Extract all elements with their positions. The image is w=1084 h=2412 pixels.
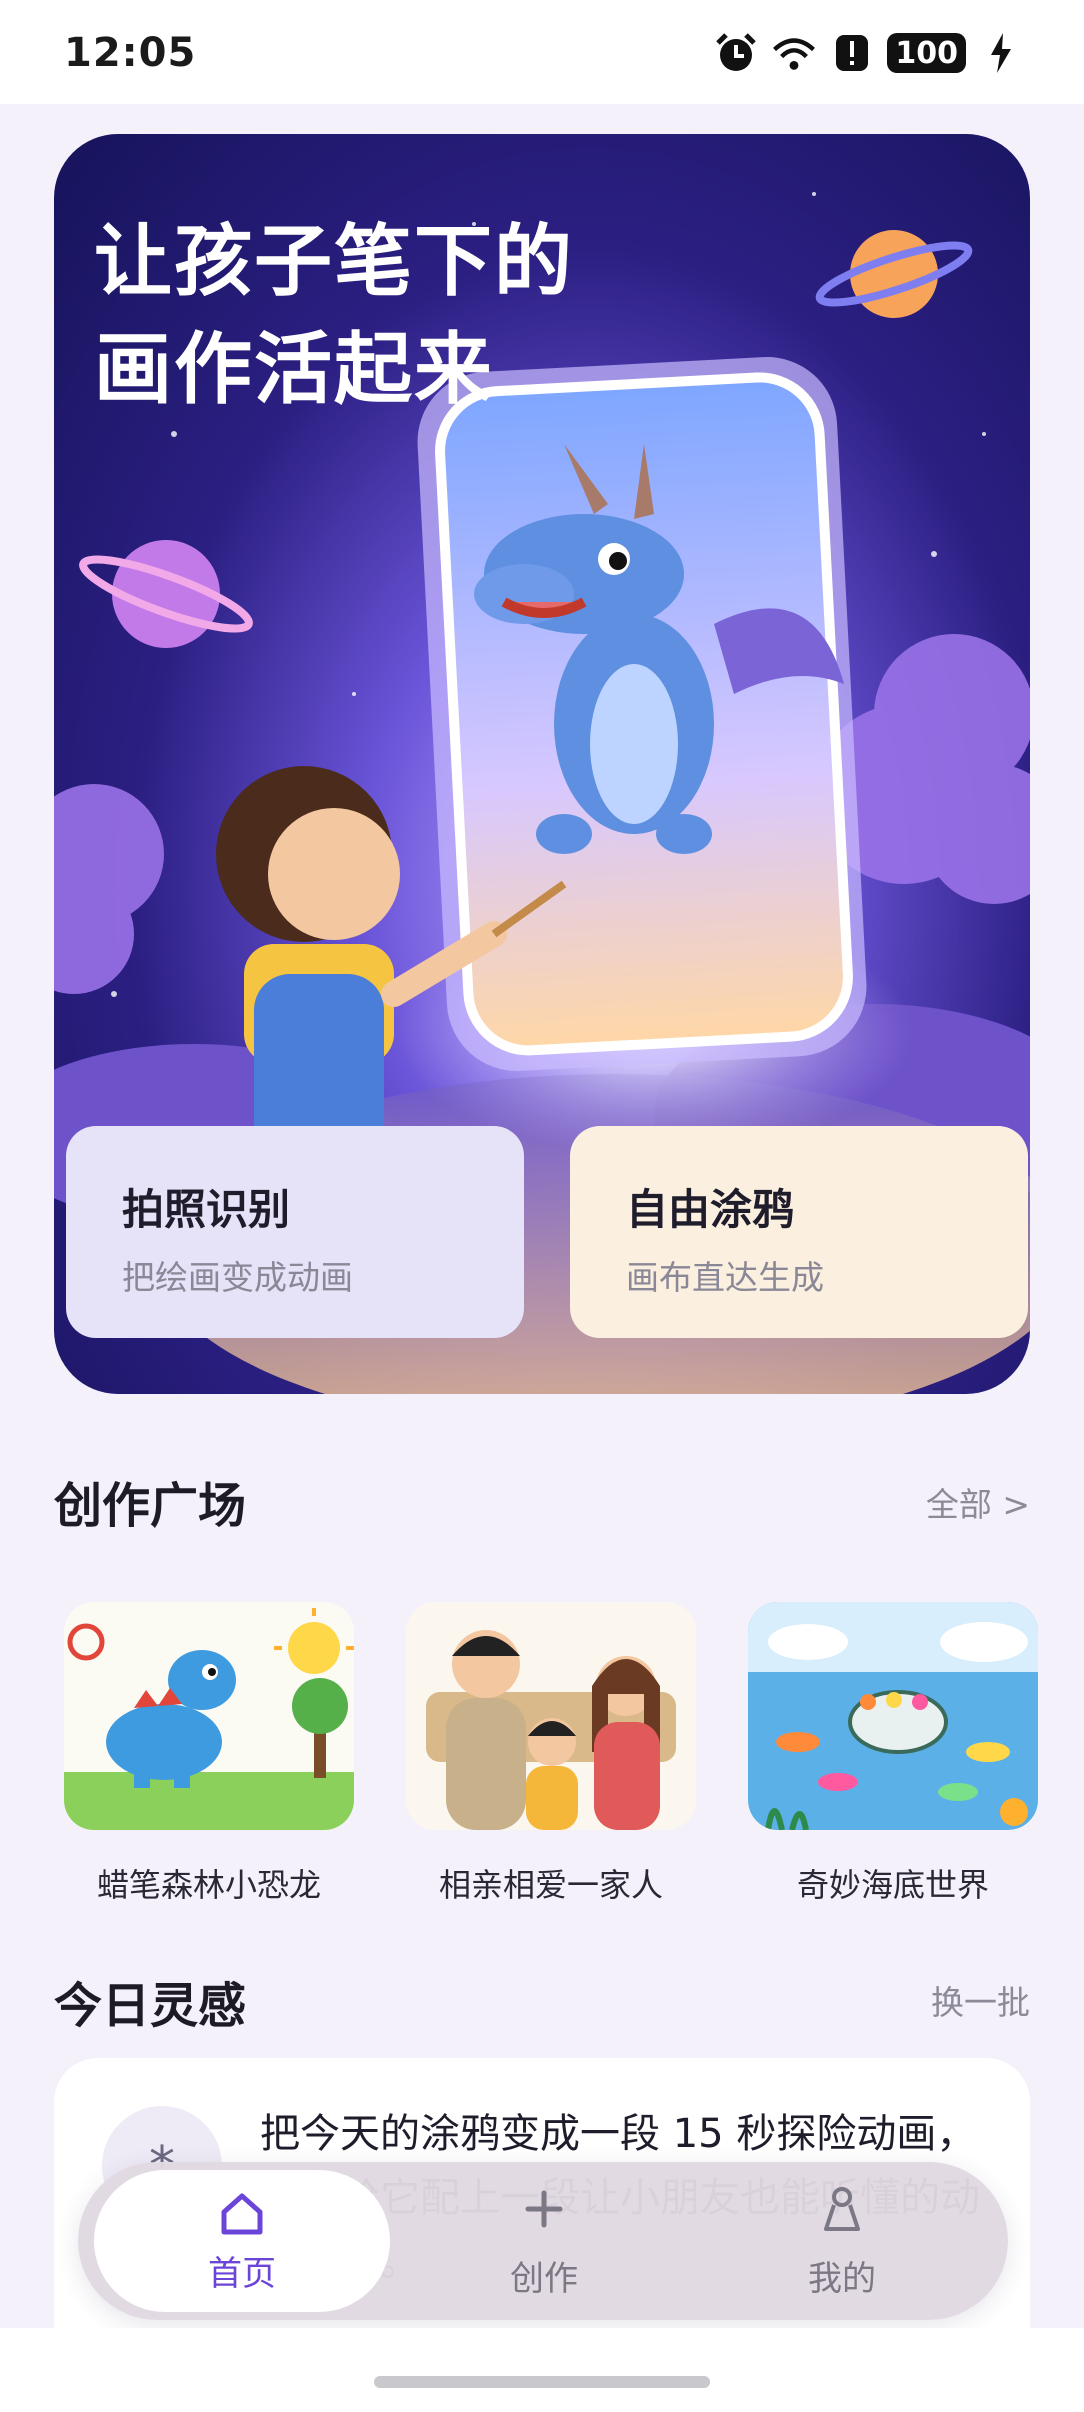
- gallery-thumb-dinosaur: [64, 1602, 354, 1830]
- home-indicator[interactable]: [374, 2376, 710, 2388]
- tab-mine-label: 我的: [808, 2258, 876, 2299]
- tab-mine[interactable]: 我的: [694, 2170, 990, 2312]
- free-doodle-subtitle: 画布直达生成: [626, 1258, 824, 1297]
- wifi-icon: [771, 30, 817, 76]
- gallery-label-family: 相亲相爱一家人: [438, 1866, 663, 1904]
- alarm-icon: [713, 30, 759, 76]
- system-nav-bar: [0, 2328, 1084, 2412]
- gallery-all-link[interactable]: 全部 >: [926, 1478, 1030, 1526]
- gallery-item-dinosaur[interactable]: 蜡笔森林小恐龙: [64, 1602, 354, 1906]
- hero-banner[interactable]: 让孩子笔下的 画作活起来 拍照识别 把绘画变成动画 自由涂鸦 画布直达生成: [54, 134, 1030, 1394]
- gallery-label-ocean: 奇妙海底世界: [796, 1866, 989, 1904]
- gallery-section-title: 创作广场: [54, 1478, 247, 1534]
- tab-home[interactable]: 首页: [94, 2170, 390, 2312]
- inspiration-section-title: 今日灵感: [54, 1978, 247, 2034]
- tab-create[interactable]: 创作: [396, 2170, 692, 2312]
- gallery-thumb-family: [406, 1602, 696, 1830]
- photo-recognize-subtitle: 把绘画变成动画: [122, 1258, 353, 1297]
- inspiration-refresh-link[interactable]: 换一批: [931, 1976, 1030, 2024]
- bottom-tab-bar: 首页 创作 我的: [78, 2162, 1008, 2320]
- tab-create-label: 创作: [510, 2258, 578, 2299]
- hero-title-line1: 让孩子笔下的: [94, 217, 575, 307]
- gallery-item-family[interactable]: 相亲相爱一家人: [406, 1602, 696, 1906]
- battery-icon: 100: [887, 33, 966, 73]
- status-time: 12:05: [64, 30, 197, 76]
- profile-icon: [820, 2183, 864, 2235]
- status-icons: 100: [713, 30, 1024, 76]
- free-doodle-title: 自由涂鸦: [626, 1185, 795, 1234]
- hero-title-line2: 画作活起来: [94, 325, 495, 415]
- charging-icon: [978, 30, 1024, 76]
- gallery-thumb-ocean: [748, 1602, 1038, 1830]
- status-bar: 12:05 100: [0, 0, 1084, 104]
- alert-icon: [829, 30, 875, 76]
- gallery-item-ocean[interactable]: 奇妙海底世界: [748, 1602, 1038, 1906]
- photo-recognize-card[interactable]: 拍照识别 把绘画变成动画: [66, 1126, 524, 1338]
- home-icon: [218, 2188, 266, 2240]
- gallery-label-dinosaur: 蜡笔森林小恐龙: [96, 1866, 321, 1904]
- photo-recognize-title: 拍照识别: [122, 1185, 291, 1234]
- free-doodle-card[interactable]: 自由涂鸦 画布直达生成: [570, 1126, 1028, 1338]
- hero-title: 让孩子笔下的 画作活起来: [94, 208, 694, 424]
- plus-icon: [524, 2183, 564, 2235]
- tab-home-label: 首页: [208, 2253, 276, 2294]
